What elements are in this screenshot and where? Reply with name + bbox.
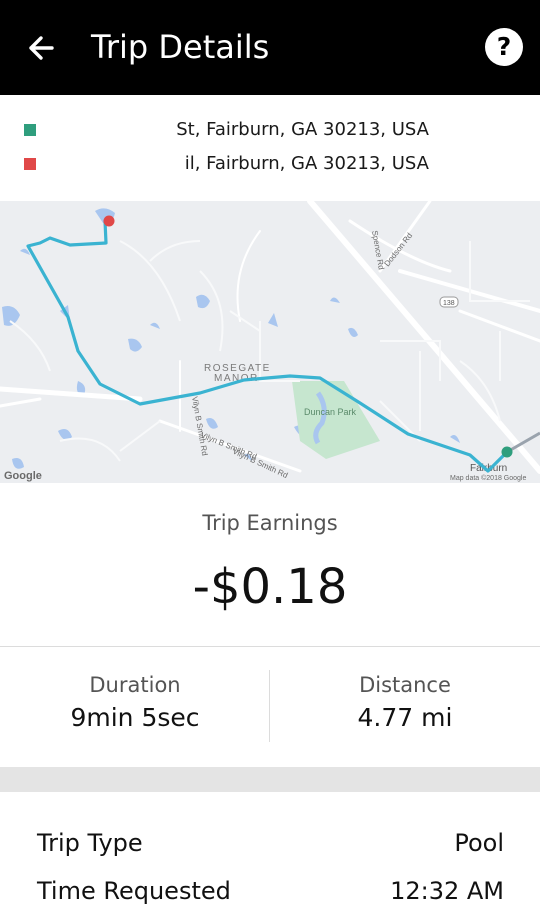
duration-label: Duration [89,673,181,697]
help-button[interactable]: ? [485,28,523,66]
time-requested-row: Time Requested 12:32 AM [37,871,504,911]
distance-label: Distance [359,673,451,697]
distance-value: 4.77 mi [357,703,453,732]
trip-type-row: Trip Type Pool [37,823,504,863]
route-map[interactable]: ROSEGATE MANOR Duncan Park Dodson Rd Spe… [0,201,540,483]
trip-earnings-label: Trip Earnings [202,511,338,535]
trip-type-label: Trip Type [37,829,143,857]
address-section: St, Fairburn, GA 30213, USA il, Fairburn… [0,95,540,201]
time-requested-value: 12:32 AM [390,877,504,905]
pickup-marker-icon [24,124,36,136]
page-title: Trip Details [91,28,270,66]
pickup-address: St, Fairburn, GA 30213, USA [176,119,429,140]
duration-value: 9min 5sec [70,703,200,732]
trip-type-value: Pool [454,829,504,857]
dropoff-pin-icon [103,215,115,227]
trip-details-screen: Trip Details ? St, Fairburn, GA 30213, U… [0,0,540,914]
trip-earnings-value: -$0.18 [192,559,348,615]
question-circle-icon: ? [496,32,512,61]
map-label-park: Duncan Park [304,407,357,417]
section-separator [0,767,540,792]
time-requested-label: Time Requested [37,877,231,905]
distance-stat: Distance 4.77 mi [270,668,540,734]
map-attribution: Map data ©2018 Google [450,474,526,482]
arrow-left-icon [29,36,54,60]
duration-stat: Duration 9min 5sec [0,668,270,734]
pickup-pin-icon [501,446,513,458]
dropoff-address-row: il, Fairburn, GA 30213, USA [0,147,540,181]
back-button[interactable] [22,28,62,68]
route-map-svg: ROSEGATE MANOR Duncan Park Dodson Rd Spe… [0,201,540,483]
route-shield-138: 138 [439,296,459,308]
pickup-address-row: St, Fairburn, GA 30213, USA [0,113,540,147]
svg-text:138: 138 [443,300,455,307]
divider [0,646,540,647]
dropoff-address: il, Fairburn, GA 30213, USA [184,153,429,174]
header-bar: Trip Details ? [0,0,540,95]
google-logo: Google [4,470,42,482]
dropoff-marker-icon [24,158,36,170]
